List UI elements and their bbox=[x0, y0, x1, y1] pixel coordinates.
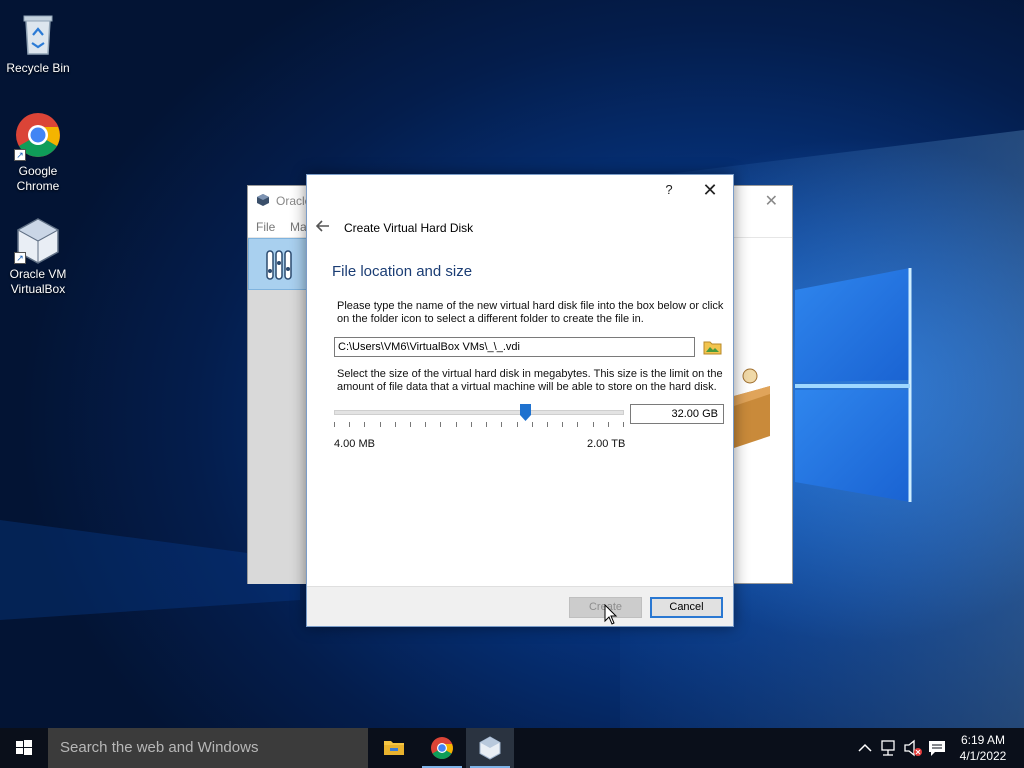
size-slider-track[interactable] bbox=[334, 410, 624, 415]
desktop-icon-google-chrome[interactable]: ↗ Google Chrome bbox=[0, 113, 76, 194]
slider-tick bbox=[456, 422, 457, 427]
help-button[interactable]: ? bbox=[659, 180, 679, 200]
tools-icon bbox=[266, 250, 292, 280]
manager-close-button[interactable]: ✕ bbox=[765, 191, 778, 211]
chevron-up-icon bbox=[858, 743, 872, 752]
dialog-footer: Create Cancel bbox=[307, 586, 733, 626]
taskbar-file-explorer[interactable] bbox=[370, 728, 418, 768]
slider-min-label: 4.00 MB bbox=[334, 438, 375, 450]
slider-tick bbox=[440, 422, 441, 427]
virtualbox-icon: ↗ bbox=[14, 216, 62, 264]
desktop-icon-label: Google Chrome bbox=[16, 164, 60, 193]
mouse-cursor-icon bbox=[604, 604, 618, 625]
volume-muted-icon bbox=[904, 739, 922, 757]
back-arrow-icon[interactable] bbox=[314, 217, 332, 235]
network-icon bbox=[881, 740, 895, 756]
taskbar: Search the web and Windows 6:19 AM 4/1/2… bbox=[0, 728, 1024, 768]
taskbar-virtualbox[interactable] bbox=[466, 728, 514, 768]
slider-ticks bbox=[334, 422, 624, 428]
clock-date: 4/1/2022 bbox=[959, 749, 1007, 763]
tools-item[interactable] bbox=[248, 238, 308, 290]
create-virtual-hard-disk-dialog: ? ✕ Create Virtual Hard Disk File locati… bbox=[306, 174, 734, 627]
wizard-title: Create Virtual Hard Disk bbox=[344, 221, 474, 235]
folder-icon[interactable] bbox=[703, 337, 723, 357]
virtualbox-icon bbox=[479, 736, 501, 760]
slider-tick bbox=[334, 422, 335, 427]
slider-tick bbox=[501, 422, 502, 427]
file-explorer-icon bbox=[384, 741, 404, 755]
taskbar-search-box[interactable]: Search the web and Windows bbox=[48, 728, 368, 768]
menu-file[interactable]: File bbox=[256, 220, 275, 234]
cancel-button[interactable]: Cancel bbox=[650, 597, 723, 618]
recycle-bin-icon bbox=[14, 10, 62, 58]
slider-tick bbox=[517, 422, 518, 427]
desktop-icon-label: Oracle VM VirtualBox bbox=[9, 267, 67, 296]
start-button[interactable] bbox=[0, 728, 48, 768]
virtualbox-icon bbox=[256, 193, 270, 210]
slider-tick bbox=[349, 422, 350, 427]
windows-start-icon bbox=[16, 740, 32, 755]
slider-tick bbox=[364, 422, 365, 427]
notification-icon bbox=[929, 741, 945, 756]
slider-tick bbox=[562, 422, 563, 427]
size-description: Select the size of the virtual hard disk… bbox=[337, 368, 723, 393]
slider-tick bbox=[425, 422, 426, 427]
slider-tick bbox=[486, 422, 487, 427]
slider-tick bbox=[410, 422, 411, 427]
desktop-icon-label: Recycle Bin bbox=[6, 61, 70, 75]
slider-tick bbox=[532, 422, 533, 427]
taskbar-chrome[interactable] bbox=[418, 728, 466, 768]
slider-tick bbox=[395, 422, 396, 427]
slider-tick bbox=[577, 422, 578, 427]
desktop-icon-recycle-bin[interactable]: Recycle Bin bbox=[0, 10, 76, 76]
location-description: Please type the name of the new virtual … bbox=[337, 300, 724, 325]
shortcut-arrow-icon: ↗ bbox=[14, 149, 26, 161]
slider-tick bbox=[547, 422, 548, 427]
file-path-input[interactable] bbox=[334, 337, 695, 357]
chrome-icon: ↗ bbox=[14, 113, 62, 161]
volume-tray-button[interactable] bbox=[902, 728, 924, 768]
shortcut-arrow-icon: ↗ bbox=[14, 252, 26, 264]
slider-tick bbox=[471, 422, 472, 427]
slider-tick bbox=[608, 422, 609, 427]
dialog-close-button[interactable]: ✕ bbox=[699, 179, 721, 201]
action-center-button[interactable] bbox=[926, 728, 948, 768]
desktop-icon-virtualbox[interactable]: ↗ Oracle VM VirtualBox bbox=[0, 216, 76, 297]
size-input[interactable] bbox=[630, 404, 724, 424]
show-hidden-icons-button[interactable] bbox=[855, 728, 875, 768]
size-slider-handle[interactable] bbox=[520, 404, 531, 421]
slider-tick bbox=[380, 422, 381, 427]
taskbar-clock[interactable]: 6:19 AM 4/1/2022 bbox=[952, 732, 1014, 764]
slider-max-label: 2.00 TB bbox=[587, 438, 626, 450]
menu-machine[interactable]: Ma bbox=[290, 220, 307, 234]
network-tray-button[interactable] bbox=[878, 728, 900, 768]
toolbox-illustration bbox=[734, 368, 770, 448]
manager-sidebar bbox=[248, 238, 308, 584]
clock-time: 6:19 AM bbox=[960, 733, 1006, 747]
slider-tick bbox=[593, 422, 594, 427]
page-title: File location and size bbox=[332, 263, 473, 280]
slider-tick bbox=[623, 422, 624, 427]
chrome-icon bbox=[431, 737, 453, 759]
